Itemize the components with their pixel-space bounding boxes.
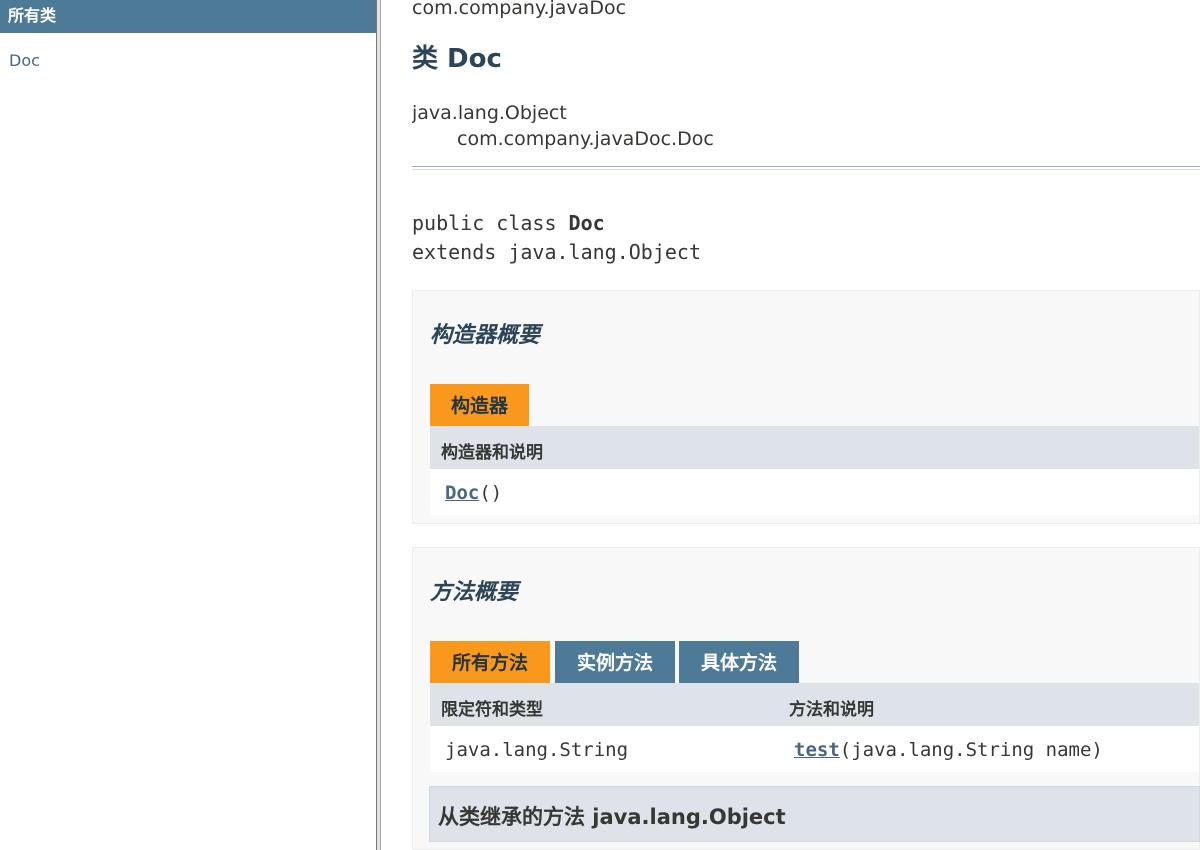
table-row: java.lang.String test(java.lang.String n… — [430, 726, 1199, 772]
column-modifier-type: 限定符和类型 — [441, 700, 543, 720]
method-table-header: 限定符和类型 方法和说明 — [430, 683, 1199, 726]
method-summary-heading: 方法概要 — [430, 580, 519, 605]
sidebar: 所有类 Doc — [0, 0, 376, 850]
tab-instance-methods[interactable]: 实例方法 — [555, 641, 675, 683]
inheritance-child: com.company.javaDoc.Doc — [457, 128, 714, 150]
frame-divider[interactable] — [376, 0, 381, 850]
class-link-doc[interactable]: Doc — [9, 51, 376, 70]
class-signature: public class Doc extends java.lang.Objec… — [412, 209, 701, 267]
column-constructor-desc: 构造器和说明 — [441, 443, 543, 463]
constructor-summary-heading: 构造器概要 — [430, 323, 541, 348]
constructor-link-doc[interactable]: Doc — [445, 482, 479, 504]
signature-class-name: Doc — [568, 211, 605, 235]
all-classes-header: 所有类 — [0, 0, 376, 33]
constructor-summary: 构造器概要 构造器 构造器和说明 Doc() — [412, 290, 1200, 524]
package-label: com.company.javaDoc — [412, 0, 627, 19]
tab-constructors[interactable]: 构造器 — [430, 384, 529, 426]
method-link-test[interactable]: test — [794, 739, 840, 761]
tab-concrete-methods[interactable]: 具体方法 — [679, 641, 799, 683]
page-title: 类 Doc — [412, 44, 502, 74]
method-return-type: java.lang.String — [445, 739, 629, 761]
inherited-methods-heading: 从类继承的方法 java.lang.Object — [429, 786, 1200, 842]
inheritance-parent: java.lang.Object — [412, 102, 567, 124]
constructor-params: () — [479, 482, 503, 504]
tab-all-methods[interactable]: 所有方法 — [430, 641, 550, 683]
separator — [412, 166, 1200, 170]
main-content: com.company.javaDoc 类 Doc java.lang.Obje… — [412, 0, 1200, 850]
signature-prefix: public class — [412, 211, 569, 235]
table-row: Doc() — [430, 469, 1199, 515]
method-params: (java.lang.String name) — [839, 739, 1103, 761]
constructor-table-header: 构造器和说明 — [430, 426, 1199, 469]
signature-extends: extends java.lang.Object — [412, 240, 701, 264]
column-method-desc: 方法和说明 — [789, 700, 874, 720]
